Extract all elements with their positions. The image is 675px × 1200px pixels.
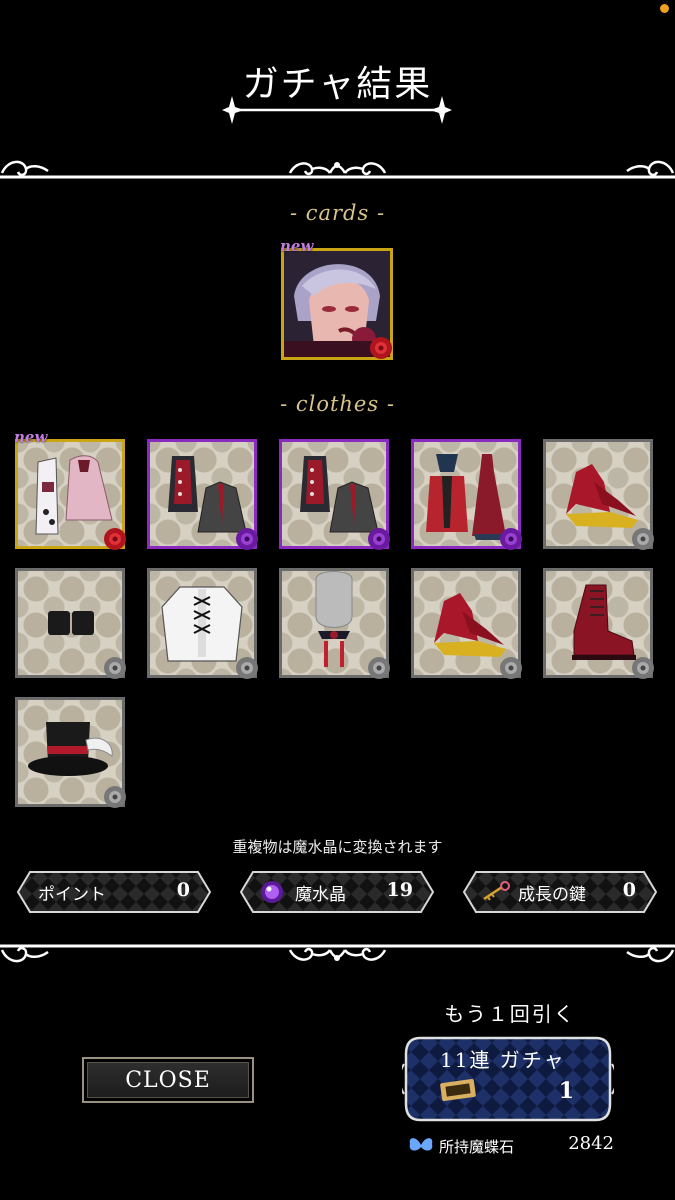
gacha-ticket-icon bbox=[440, 1078, 476, 1102]
clothes-item-black-gloves[interactable] bbox=[15, 568, 126, 679]
growth-key-value: 0 bbox=[622, 879, 636, 901]
clothes-item-neck-tassel[interactable] bbox=[279, 568, 390, 679]
red-rose-icon bbox=[104, 528, 126, 550]
silver-rose-icon bbox=[500, 657, 522, 679]
magic-crystal-icon bbox=[261, 881, 283, 903]
top-ornate-divider bbox=[0, 160, 675, 179]
clothes-item-vest-shirt-2[interactable] bbox=[279, 439, 390, 550]
clothes-item-gold-shoes-2[interactable] bbox=[411, 568, 522, 679]
crystal-value: 19 bbox=[386, 879, 413, 901]
duplicate-conversion-notice: 重複物は魔水晶に変換されます bbox=[232, 838, 443, 856]
purple-rose-icon bbox=[500, 528, 522, 550]
close-button[interactable]: CLOSE bbox=[82, 1057, 254, 1103]
crystal-counter: 魔水晶 19 bbox=[239, 870, 435, 914]
crystal-label: 魔水晶 bbox=[295, 885, 346, 905]
butterfly-icon bbox=[409, 1138, 433, 1151]
points-label: ポイント bbox=[38, 885, 106, 905]
ticket-count: 1 bbox=[558, 1078, 574, 1104]
clothes-item-jacket-dress[interactable] bbox=[411, 439, 522, 550]
growth-key-counter: 成長の鍵 0 bbox=[462, 870, 658, 914]
purple-rose-icon bbox=[368, 528, 390, 550]
key-icon bbox=[483, 881, 510, 901]
owned-butterfly-value: 2842 bbox=[568, 1133, 614, 1154]
eleven-pull-gacha-button[interactable]: 11連 ガチャ 1 bbox=[402, 1034, 614, 1124]
silver-rose-icon bbox=[104, 657, 126, 679]
new-badge: new bbox=[14, 428, 48, 446]
clothes-item-kimono-set[interactable]: new bbox=[14, 428, 126, 550]
silver-rose-icon bbox=[104, 786, 126, 808]
points-counter: ポイント 0 bbox=[16, 870, 212, 914]
clothes-section-label: - clothes - bbox=[280, 392, 395, 416]
cards-section-label: - cards - bbox=[289, 201, 386, 225]
silver-rose-icon bbox=[236, 657, 258, 679]
purple-rose-icon bbox=[236, 528, 258, 550]
bottom-ornate-divider bbox=[0, 944, 675, 963]
draw-again-label: もう１回引く bbox=[444, 1002, 576, 1026]
gacha-button-label: 11連 ガチャ bbox=[440, 1048, 566, 1072]
clothes-item-white-shirt[interactable] bbox=[147, 568, 258, 679]
clothes-item-gold-shoes[interactable] bbox=[543, 439, 654, 550]
new-badge: new bbox=[280, 237, 314, 255]
clothes-item-vest-shirt[interactable] bbox=[147, 439, 258, 550]
points-value: 0 bbox=[176, 879, 190, 901]
owned-butterfly-stones: 所持魔蝶石 2842 bbox=[404, 1133, 616, 1157]
silver-rose-icon bbox=[368, 657, 390, 679]
silver-rose-icon bbox=[632, 528, 654, 550]
notification-dot bbox=[660, 4, 669, 13]
clothes-item-red-boots[interactable] bbox=[543, 568, 654, 679]
owned-butterfly-label: 所持魔蝶石 bbox=[439, 1138, 515, 1156]
red-rose-icon bbox=[370, 337, 392, 359]
growth-key-label: 成長の鍵 bbox=[518, 885, 586, 905]
card-result[interactable]: new bbox=[280, 237, 393, 360]
silver-rose-icon bbox=[632, 657, 654, 679]
clothes-item-top-hat[interactable] bbox=[15, 697, 126, 808]
title-ornament bbox=[222, 96, 452, 124]
